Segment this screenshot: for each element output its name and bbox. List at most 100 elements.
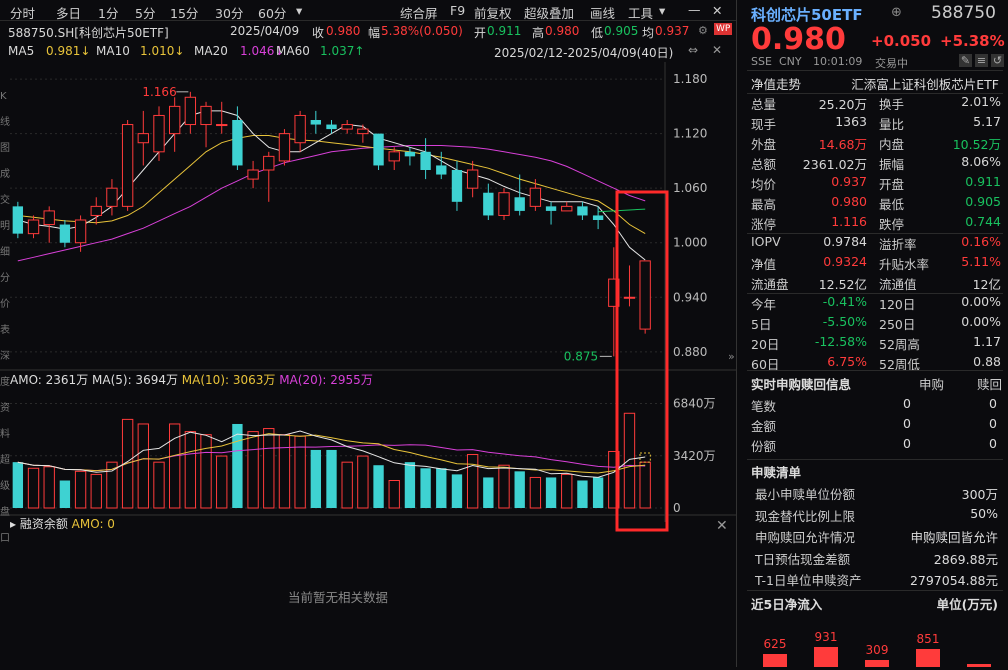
volume-bar [184, 431, 197, 509]
quote-label: 5日 [751, 317, 772, 332]
period-tab-1[interactable]: 多日 [56, 3, 81, 22]
chevron-down-icon[interactable]: ▾ [659, 3, 665, 18]
side-tab-label[interactable]: 分 [0, 272, 10, 286]
quote-value: 25.20万 [818, 97, 867, 112]
volume-bar [498, 464, 510, 509]
volume-bar [247, 431, 259, 509]
candle-body [592, 215, 604, 220]
side-tab-label[interactable]: 明 [0, 220, 10, 234]
kline-chart-svg[interactable]: 1.180 1.120 1.060 1.000 0.940 0.880 1.166 0.875… [0, 62, 736, 667]
wp-badge-icon[interactable]: WP [714, 23, 733, 35]
chevron-down-icon[interactable]: ▾ [296, 3, 302, 18]
side-tab-label[interactable]: 交 [0, 194, 10, 208]
volume-bar [514, 471, 525, 508]
side-tab-label[interactable]: 价 [0, 298, 10, 312]
candle-body [153, 114, 165, 153]
toolbar-item-3[interactable]: 超级叠加 [524, 3, 574, 22]
toolbar-item-5[interactable]: 工具 [628, 3, 653, 22]
creation-list-value: 2869.88元 [933, 551, 998, 567]
side-tab-label[interactable]: 口 [0, 532, 10, 546]
candle-body [545, 206, 557, 211]
left-edge-tabs[interactable]: K线图成交明细分价表深度资料超级盘口 [0, 62, 10, 667]
side-tab-label[interactable]: 料 [0, 428, 10, 442]
volume-bar [577, 480, 588, 508]
period-tab-3[interactable]: 5分 [135, 3, 155, 22]
volume-bar [466, 454, 479, 509]
candle-body [561, 205, 573, 212]
quote-value: -0.41% [822, 294, 867, 309]
edit-icon[interactable]: ✎ [959, 54, 972, 67]
settings-icon[interactable]: ⚙ [698, 24, 708, 37]
inflow-bar [814, 647, 838, 667]
side-tab-label[interactable]: 图 [0, 142, 10, 156]
quote-value: 0.905 [965, 194, 1001, 209]
period-tab-5[interactable]: 30分 [215, 3, 243, 22]
collapse-icon[interactable]: » [728, 350, 735, 363]
volume-bar [90, 473, 102, 509]
quote-value: 0.937 [831, 174, 867, 189]
side-tab-label[interactable]: 深 [0, 350, 10, 364]
quote-value: 5.11% [961, 254, 1001, 269]
toolbar-item-0[interactable]: 综合屏 [400, 3, 438, 22]
side-tab-label[interactable]: 级 [0, 480, 10, 494]
quote-value: 12.52亿 [818, 277, 867, 292]
arrow-icon[interactable]: ⇔ [688, 43, 698, 57]
security-code: 588750 [931, 3, 996, 23]
quote-value: 0.88 [973, 354, 1001, 369]
side-tab-label[interactable]: 盘 [0, 506, 10, 520]
subscribe-value: 0 [903, 396, 911, 411]
quote-label: 流通值 [879, 277, 917, 292]
price-tick-label: 0.940 [673, 290, 707, 304]
date-range[interactable]: 2025/02/12-2025/04/09(40日) [494, 44, 673, 61]
kline-chart-area[interactable]: 1.180 1.120 1.060 1.000 0.940 0.880 1.166 0.875… [0, 62, 736, 667]
quote-value: 2361.02万 [802, 157, 867, 172]
redemption-label: 份额 [751, 439, 777, 454]
net-inflow-title: 近5日净流入 [751, 597, 823, 612]
quote-label: 现手 [751, 117, 777, 132]
quote-label: 20日 [751, 337, 780, 352]
close-icon[interactable]: ✕ [712, 3, 722, 18]
toolbar-item-2[interactable]: 前复权 [474, 3, 512, 22]
menu-icon[interactable]: ≡ [975, 54, 988, 67]
inflow-value: 931 [814, 630, 838, 644]
refresh-icon[interactable]: ↺ [991, 54, 1004, 67]
candle-body [498, 192, 510, 216]
side-tab-label[interactable]: 超 [0, 454, 10, 468]
volume-bar [326, 449, 337, 508]
side-tab-label[interactable]: 资 [0, 402, 10, 416]
creation-list-title: 申赎清单 [751, 465, 802, 480]
side-tab-label[interactable]: 线 [0, 116, 10, 130]
side-tab-label[interactable]: 细 [0, 246, 10, 260]
ma60-value: 1.037↑ [320, 44, 365, 58]
add-favorite-icon[interactable]: ⊕ [891, 5, 902, 20]
creation-list-label: 现金替代比例上限 [755, 508, 856, 524]
period-tab-0[interactable]: 分时 [10, 3, 35, 22]
volume-bar [263, 428, 275, 509]
inflow-bar [763, 653, 787, 667]
ma-legend-bar: MA5 0.981↓ MA10 1.010↓ MA20 1.046↓ MA60 … [0, 42, 736, 62]
toolbar-item-1[interactable]: F9 [450, 3, 465, 18]
quote-sidebar: 科创芯片50ETF ⊕ 588750 0.980 +0.050 +5.38% SSE CNY 1… [736, 0, 1008, 667]
side-tab-label[interactable]: 表 [0, 324, 10, 338]
minimize-icon[interactable]: — [688, 2, 701, 17]
close-icon[interactable]: ✕ [712, 43, 722, 57]
subscribe-value: 0 [903, 436, 911, 451]
candle-body [326, 124, 337, 130]
period-tab-6[interactable]: 60分 [258, 3, 286, 22]
toolbar-item-4[interactable]: 画线 [590, 3, 615, 22]
redeem-value: 0 [989, 416, 997, 431]
quote-value: 8.06% [961, 154, 1001, 169]
quote-value: 0.9324 [823, 254, 867, 269]
open-value: 0.911 [487, 24, 522, 38]
candle-body [12, 206, 24, 234]
side-tab-label[interactable]: 成 [0, 168, 10, 182]
side-tab-label[interactable]: K [0, 90, 8, 104]
candle-body [27, 219, 40, 235]
nav-trend-link[interactable]: 净值走势 [751, 74, 801, 93]
period-tab-4[interactable]: 15分 [170, 3, 198, 22]
high-annotation: 1.166 [142, 85, 176, 99]
quote-label: 外盘 [751, 137, 777, 152]
side-tab-label[interactable]: 度 [0, 376, 10, 390]
period-tab-2[interactable]: 1分 [98, 3, 118, 22]
close-icon[interactable]: ✕ [716, 518, 728, 534]
